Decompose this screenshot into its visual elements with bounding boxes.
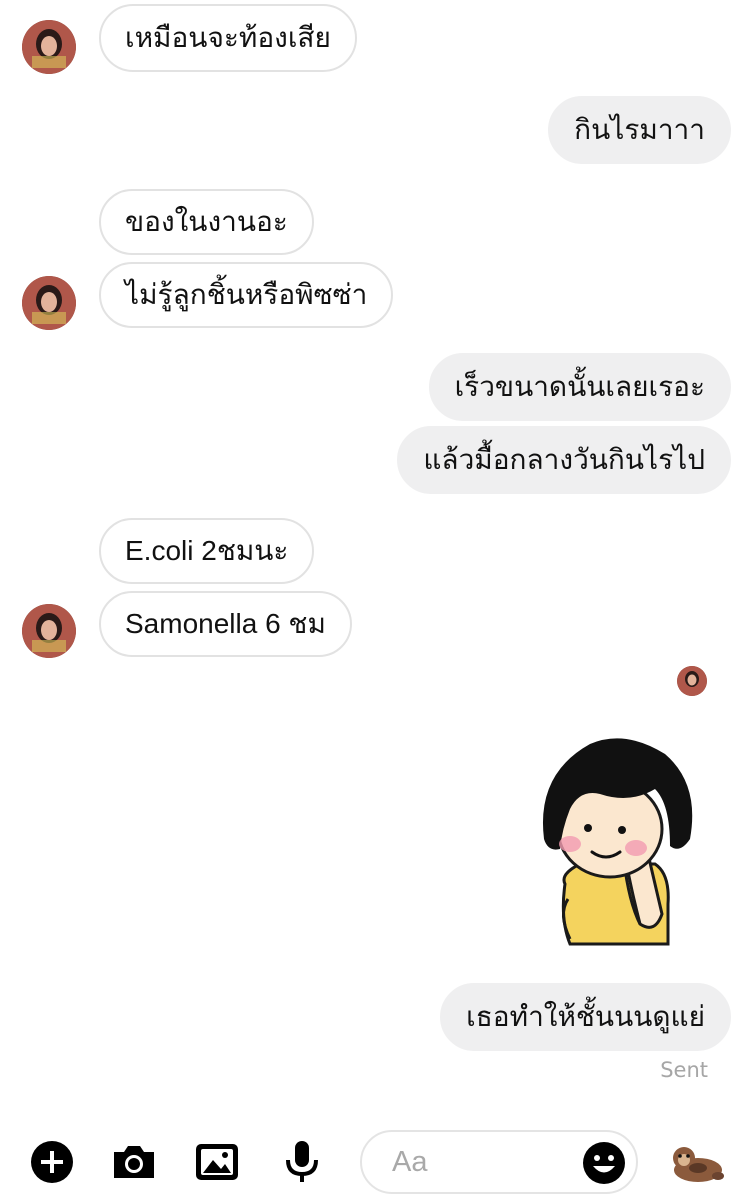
smiley-icon[interactable] (582, 1141, 626, 1185)
message-text: ไม่รู้ลูกชิ้นหรือพิซซ่า (125, 278, 368, 311)
contact-avatar[interactable] (22, 604, 76, 658)
incoming-message[interactable]: เหมือนจะท้องเสีย (99, 4, 357, 72)
contact-avatar[interactable] (22, 276, 76, 330)
outgoing-message[interactable]: กินไรมาาา (548, 96, 731, 164)
sticker-girl-thinking[interactable] (530, 734, 700, 949)
message-status: Sent (660, 1058, 708, 1082)
otter-sticker-icon[interactable] (668, 1138, 724, 1188)
incoming-message[interactable]: E.coli 2ชมนะ (99, 518, 315, 584)
outgoing-message[interactable]: แล้วมื้อกลางวันกินไรไป (397, 426, 731, 494)
contact-avatar[interactable] (22, 20, 76, 74)
image-icon[interactable] (193, 1138, 241, 1186)
incoming-message[interactable]: Samonella 6 ชม (99, 591, 352, 657)
composer-bar: Aa (0, 1120, 746, 1200)
message-text: ของในงานอะ (125, 205, 288, 238)
read-receipt-avatar (677, 666, 707, 696)
message-text: เธอทำให้ชั้นนนดูแย่ (466, 1000, 705, 1033)
camera-icon[interactable] (110, 1138, 158, 1186)
incoming-message[interactable]: ไม่รู้ลูกชิ้นหรือพิซซ่า (99, 262, 394, 328)
microphone-icon[interactable] (278, 1138, 326, 1186)
outgoing-message[interactable]: เธอทำให้ชั้นนนดูแย่ (440, 983, 731, 1051)
message-text: E.coli 2ชมนะ (125, 535, 289, 566)
message-text: กินไรมาาา (574, 113, 705, 146)
message-text: เหมือนจะท้องเสีย (125, 21, 331, 54)
outgoing-message[interactable]: เร็วขนาดนั้นเลยเรอะ (428, 353, 731, 421)
message-input[interactable]: Aa (360, 1130, 638, 1194)
message-text: เร็วขนาดนั้นเลยเรอะ (454, 370, 705, 403)
message-input-placeholder: Aa (392, 1146, 428, 1178)
message-text: แล้วมื้อกลางวันกินไรไป (423, 443, 705, 476)
message-text: Samonella 6 ชม (125, 608, 326, 639)
plus-circle-icon[interactable] (28, 1138, 76, 1186)
incoming-message[interactable]: ของในงานอะ (99, 189, 314, 255)
